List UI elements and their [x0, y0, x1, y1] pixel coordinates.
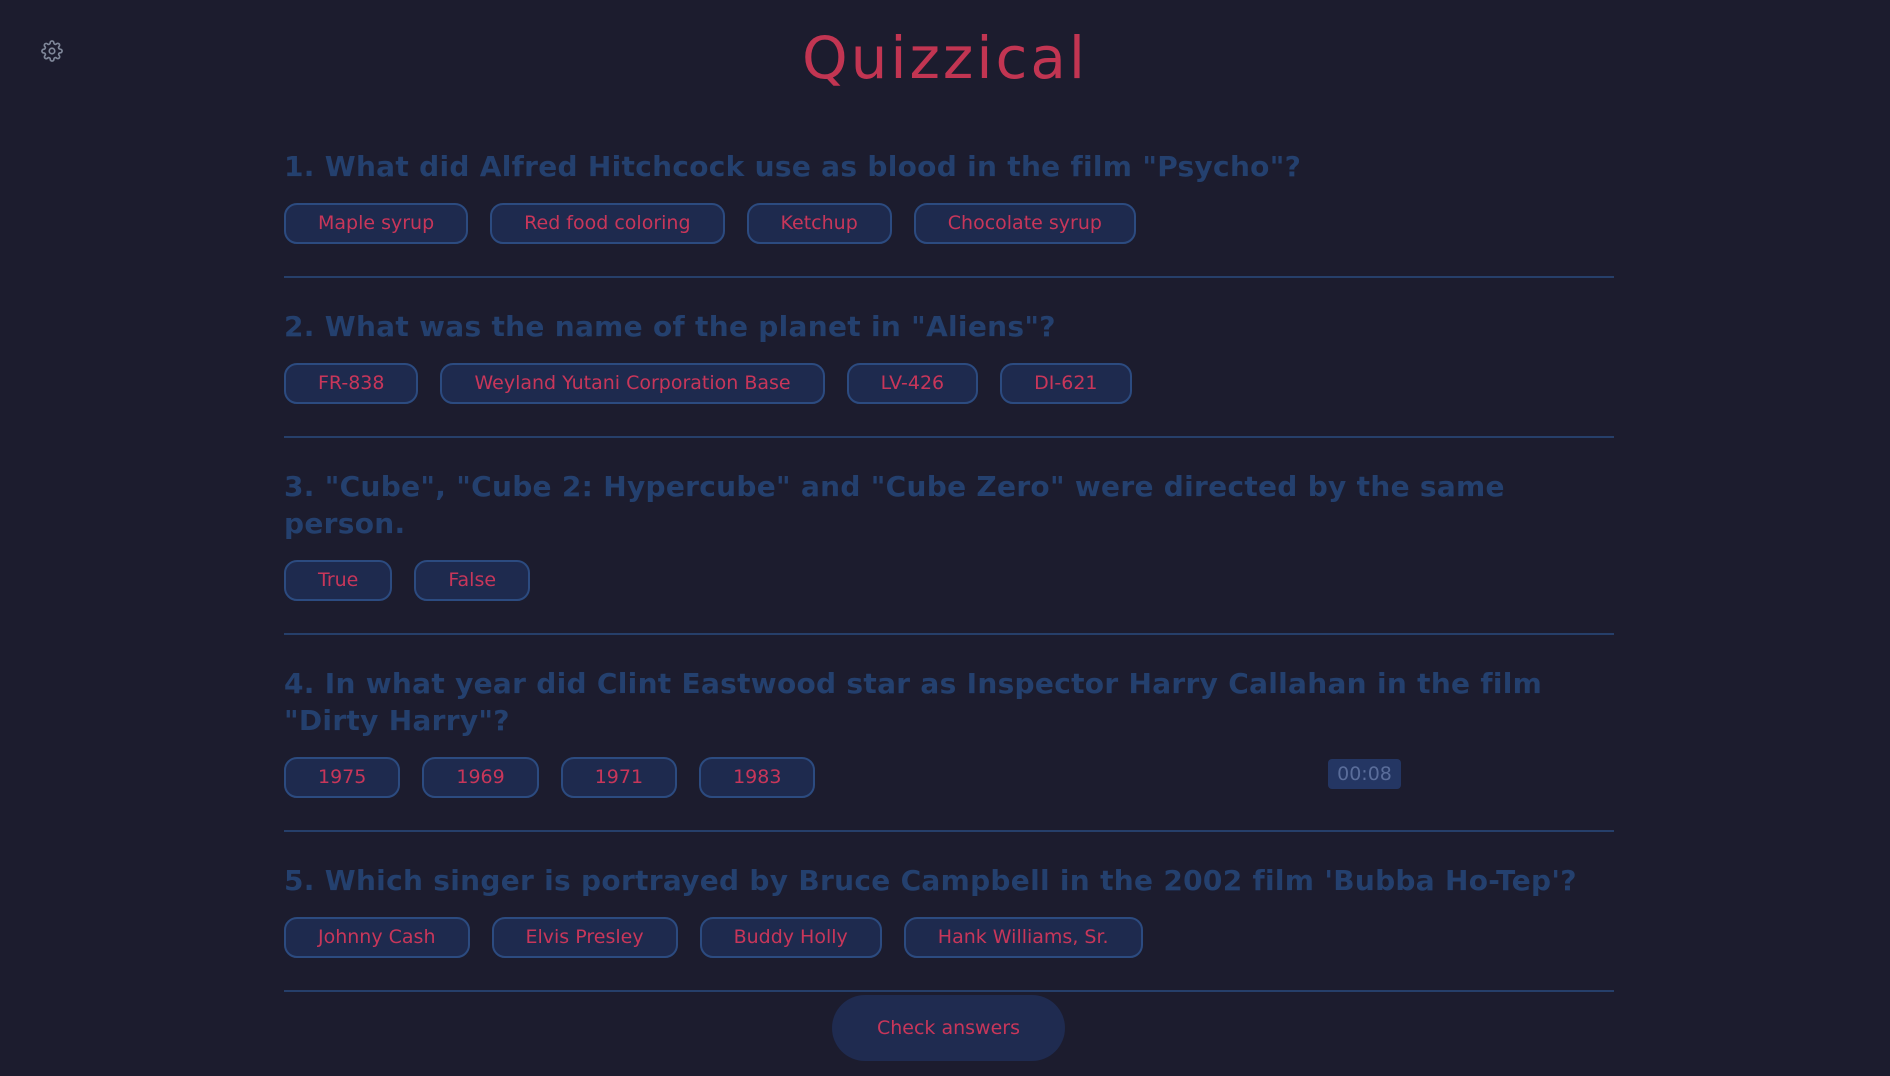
- answer-option[interactable]: Elvis Presley: [491, 917, 678, 958]
- question-text: 5. Which singer is portrayed by Bruce Ca…: [284, 864, 1577, 897]
- answer-option[interactable]: Chocolate syrup: [913, 203, 1136, 244]
- question-text: 2. What was the name of the planet in "A…: [284, 310, 1056, 343]
- answer-option[interactable]: Weyland Yutani Corporation Base: [440, 363, 825, 404]
- check-answers-button[interactable]: Check answers: [832, 995, 1065, 1061]
- question-block: 5. Which singer is portrayed by Bruce Ca…: [284, 862, 1614, 992]
- app-title: Quizzical: [801, 24, 1089, 92]
- answer-option[interactable]: 1971: [560, 757, 678, 798]
- question-block: 3. "Cube", "Cube 2: Hypercube" and "Cube…: [284, 468, 1614, 635]
- question-block: 1. What did Alfred Hitchcock use as bloo…: [284, 148, 1614, 278]
- answer-options: FR-838 Weyland Yutani Corporation Base L…: [284, 363, 1614, 404]
- answer-options: True False: [284, 560, 1614, 601]
- quiz-container: 1. What did Alfred Hitchcock use as bloo…: [284, 148, 1614, 1022]
- answer-option[interactable]: FR-838: [284, 363, 419, 404]
- answer-option[interactable]: Buddy Holly: [699, 917, 882, 958]
- answer-option[interactable]: False: [414, 560, 531, 601]
- question-text: 4. In what year did Clint Eastwood star …: [284, 667, 1543, 737]
- answer-option[interactable]: 1975: [284, 757, 401, 798]
- question-block: 4. In what year did Clint Eastwood star …: [284, 665, 1614, 832]
- answer-option[interactable]: Johnny Cash: [284, 917, 470, 958]
- answer-options: Johnny Cash Elvis Presley Buddy Holly Ha…: [284, 917, 1614, 958]
- answer-option[interactable]: Hank Williams, Sr.: [903, 917, 1143, 958]
- answer-option[interactable]: 1969: [422, 757, 539, 798]
- question-text: 3. "Cube", "Cube 2: Hypercube" and "Cube…: [284, 470, 1505, 540]
- answer-option[interactable]: Maple syrup: [284, 203, 469, 244]
- timer-badge: 00:08: [1328, 759, 1401, 789]
- answer-option[interactable]: Ketchup: [746, 203, 892, 244]
- answer-options: Maple syrup Red food coloring Ketchup Ch…: [284, 203, 1614, 244]
- answer-option[interactable]: DI-621: [1000, 363, 1132, 404]
- question-text: 1. What did Alfred Hitchcock use as bloo…: [284, 150, 1302, 183]
- answer-option[interactable]: Red food coloring: [490, 203, 725, 244]
- answer-options: 1975 1969 1971 1983: [284, 757, 1614, 798]
- answer-option[interactable]: LV-426: [846, 363, 979, 404]
- answer-option[interactable]: True: [284, 560, 393, 601]
- question-block: 2. What was the name of the planet in "A…: [284, 308, 1614, 438]
- answer-option[interactable]: 1983: [699, 757, 816, 798]
